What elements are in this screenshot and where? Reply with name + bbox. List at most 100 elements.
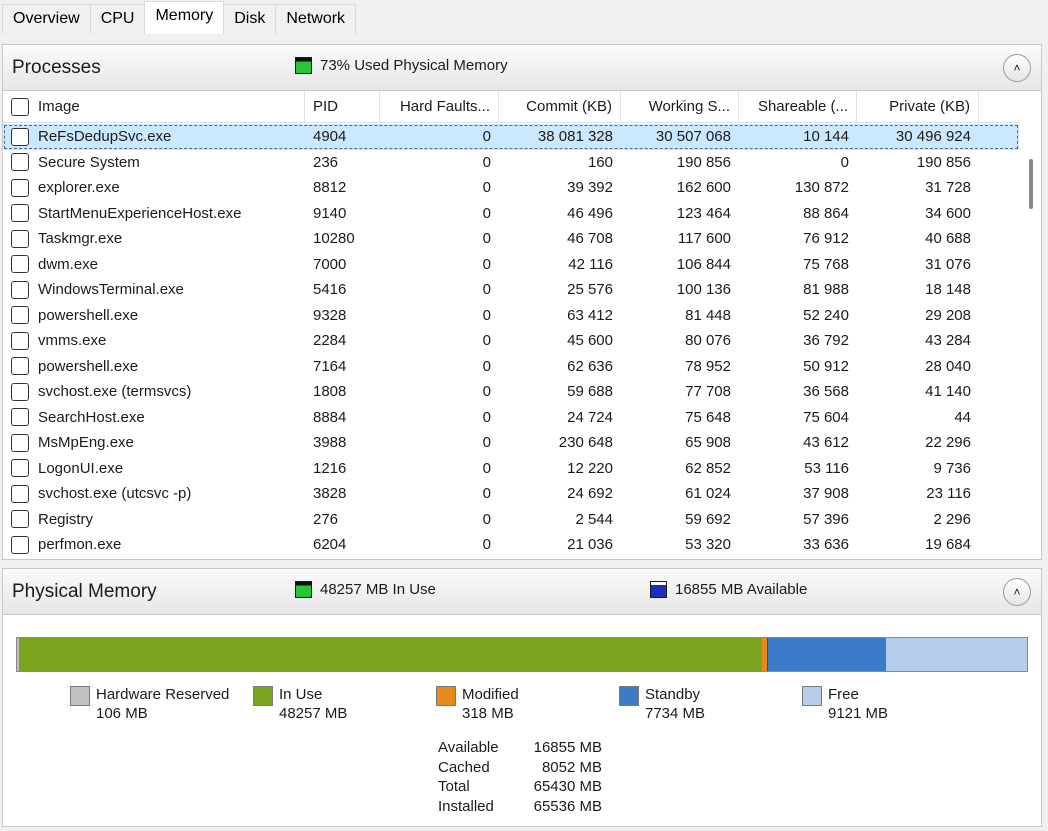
cell-private: 18 148 [925, 281, 971, 298]
table-row[interactable]: Taskmgr.exe 10280 0 46 708 117 600 76 912 40 6… [3, 226, 1019, 252]
cell-image: svchost.exe (utcsvc -p) [3, 481, 305, 507]
cell-private: 44 [954, 408, 971, 426]
row-checkbox[interactable] [11, 178, 29, 197]
row-checkbox[interactable] [11, 204, 29, 223]
stat-value: 16855 MB [533, 739, 602, 756]
process-name: Taskmgr.exe [38, 230, 123, 247]
column-header-label: Commit (KB) [526, 98, 612, 115]
tab-overview[interactable]: Overview [2, 4, 91, 34]
column-header-working-set[interactable]: ⌄ Working S... [621, 91, 739, 123]
processes-panel: Processes 73% Used Physical Memory ˄ Ima… [2, 44, 1042, 560]
row-checkbox[interactable] [11, 280, 29, 299]
legend-label: Hardware Reserved [96, 686, 230, 703]
in-use-segment [18, 638, 763, 671]
cell-hard-faults: 0 [482, 281, 491, 298]
scrollbar-thumb[interactable] [1029, 159, 1033, 209]
cell-working-set: 75 648 [685, 408, 731, 426]
table-row[interactable]: Secure System 236 0 160 190 856 0 190 856 [3, 150, 1019, 176]
cell-hard-faults: 0 [482, 255, 491, 273]
table-row[interactable]: powershell.exe 9328 0 63 412 81 448 52 240 29 … [3, 303, 1019, 329]
table-row[interactable]: svchost.exe (termsvcs) 1808 0 59 688 77 708 3… [3, 379, 1019, 405]
in-use-summary-text: 48257 MB In Use [320, 581, 436, 598]
tab-strip: Overview CPU Memory Disk Network [2, 1, 357, 34]
standby-segment [767, 638, 887, 671]
cell-working-set: 190 856 [676, 153, 731, 171]
table-header: Image PID Hard Faults... Commit (KB) ⌄ Workin… [3, 91, 1019, 123]
column-header-commit[interactable]: Commit (KB) [499, 91, 621, 123]
column-header-shareable[interactable]: Shareable (... [739, 91, 857, 123]
cell-private: 31 076 [925, 255, 971, 273]
cell-pid: 2284 [313, 332, 347, 349]
cell-shareable: 75 768 [803, 255, 849, 273]
row-checkbox[interactable] [11, 255, 29, 274]
column-header-hard-faults[interactable]: Hard Faults... [380, 91, 499, 123]
tab-network[interactable]: Network [275, 4, 357, 34]
collapse-physical-memory-button[interactable]: ˄ [1003, 578, 1031, 606]
cell-hard-faults: 0 [482, 408, 491, 426]
cell-commit: 2 544 [575, 510, 613, 528]
process-name: svchost.exe (termsvcs) [38, 383, 192, 400]
table-row[interactable]: ReFsDedupSvc.exe 4904 0 38 081 328 30 507 06… [3, 124, 1019, 150]
stat-label: Installed [438, 797, 494, 815]
row-checkbox[interactable] [11, 408, 29, 427]
table-row[interactable]: StartMenuExperienceHost.exe 9140 0 46 496 12… [3, 201, 1019, 227]
table-row[interactable]: SearchHost.exe 8884 0 24 724 75 648 75 604 44 [3, 405, 1019, 431]
row-checkbox[interactable] [11, 229, 29, 248]
cell-commit: 46 496 [567, 204, 613, 222]
row-checkbox[interactable] [11, 535, 29, 554]
table-row[interactable]: LogonUI.exe 1216 0 12 220 62 852 53 116 9 736 [3, 456, 1019, 482]
cell-working-set: 30 507 068 [655, 128, 731, 145]
table-row[interactable]: powershell.exe 7164 0 62 636 78 952 50 912 28 … [3, 354, 1019, 380]
column-header-pid[interactable]: PID [305, 91, 380, 123]
table-row[interactable]: dwm.exe 7000 0 42 116 106 844 75 768 31 076 [3, 252, 1019, 278]
cell-pid: 236 [313, 153, 339, 171]
cell-hard-faults: 0 [482, 332, 491, 349]
legend-text: Free 9121 MB [828, 685, 888, 723]
free-segment [886, 638, 1027, 671]
cell-hard-faults: 0 [482, 434, 491, 451]
tab-memory[interactable]: Memory [144, 1, 225, 34]
row-checkbox[interactable] [11, 382, 29, 401]
process-name: WindowsTerminal.exe [38, 281, 184, 298]
vertical-scrollbar[interactable] [1019, 91, 1041, 559]
table-row[interactable]: WindowsTerminal.exe 5416 0 25 576 100 136 81 … [3, 277, 1019, 303]
process-name: perfmon.exe [38, 536, 122, 553]
row-checkbox[interactable] [11, 331, 29, 350]
row-checkbox[interactable] [11, 153, 29, 172]
cell-private: 9 736 [933, 459, 971, 477]
table-row[interactable]: Registry 276 0 2 544 59 692 57 396 2 296 [3, 507, 1019, 533]
collapse-processes-button[interactable]: ˄ [1003, 54, 1031, 82]
cell-image: perfmon.exe [3, 532, 305, 558]
cell-working-set: 81 448 [685, 306, 731, 324]
cell-image: dwm.exe [3, 252, 305, 278]
select-all-checkbox[interactable] [11, 98, 29, 116]
stat-row-total: Total 65430 MB [438, 777, 602, 797]
tab-disk[interactable]: Disk [223, 4, 277, 34]
table-row[interactable]: perfmon.exe 6204 0 21 036 53 320 33 636 19 684 [3, 532, 1019, 558]
cell-pid: 1808 [313, 383, 347, 400]
legend-swatch [70, 686, 90, 706]
column-header-image[interactable]: Image [3, 91, 305, 123]
cell-commit: 63 412 [567, 306, 613, 324]
row-checkbox[interactable] [11, 127, 29, 146]
row-checkbox[interactable] [11, 357, 29, 376]
legend-swatch [436, 686, 456, 706]
row-checkbox[interactable] [11, 459, 29, 478]
table-row[interactable]: explorer.exe 8812 0 39 392 162 600 130 872 31 … [3, 175, 1019, 201]
row-checkbox[interactable] [11, 306, 29, 325]
row-checkbox[interactable] [11, 484, 29, 503]
cell-commit: 160 [587, 153, 613, 171]
row-checkbox[interactable] [11, 433, 29, 452]
cell-image: StartMenuExperienceHost.exe [3, 201, 305, 227]
table-row[interactable]: vmms.exe 2284 0 45 600 80 076 36 792 43 284 [3, 328, 1019, 354]
table-row[interactable]: MsMpEng.exe 3988 0 230 648 65 908 43 612 22 29… [3, 430, 1019, 456]
cell-pid: 7164 [313, 357, 347, 375]
table-row[interactable]: svchost.exe (utcsvc -p) 3828 0 24 692 61 024… [3, 481, 1019, 507]
row-checkbox[interactable] [11, 510, 29, 529]
cell-commit: 24 692 [567, 485, 613, 502]
column-header-private[interactable]: Private (KB) [857, 91, 979, 123]
process-name: Secure System [38, 153, 140, 171]
cell-hard-faults: 0 [482, 128, 491, 145]
tab-cpu[interactable]: CPU [89, 4, 146, 34]
process-name: LogonUI.exe [38, 459, 124, 477]
